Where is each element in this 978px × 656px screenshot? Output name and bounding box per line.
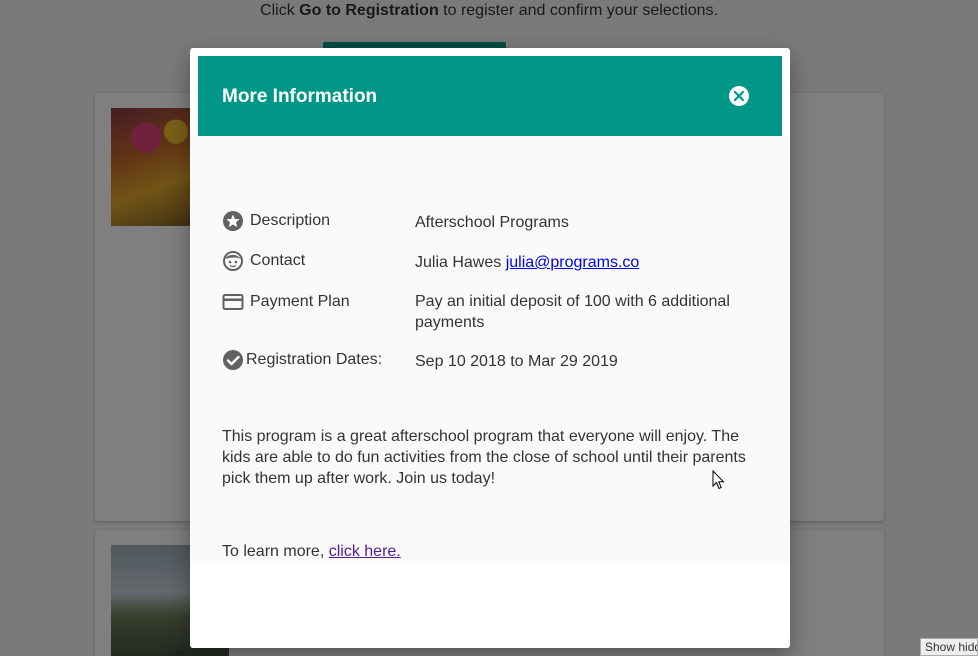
payment-plan-label: Payment Plan [250, 293, 350, 310]
show-hidden-button[interactable]: Show hidd [920, 638, 978, 656]
registration-dates-value: Sep 10 2018 to Mar 29 2019 [415, 353, 618, 370]
contact-label: Contact [250, 252, 306, 269]
registration-dates-label: Registration Dates: [246, 351, 383, 368]
info-row-description: Description Afterschool Programs [222, 210, 762, 234]
info-row-registration-dates: Registration Dates: Sep 10 2018 to Mar 2… [222, 349, 762, 373]
modal-body: Description Afterschool Programs Contact… [190, 136, 790, 562]
star-icon [223, 211, 243, 231]
payment-plan-value: Pay an initial deposit of 100 with 6 add… [415, 293, 730, 331]
learn-more-link[interactable]: click here. [329, 543, 401, 560]
learn-more: To learn more, click here. [222, 543, 401, 561]
face-icon [223, 251, 243, 271]
description-value: Afterschool Programs [415, 214, 569, 231]
info-row-contact: Contact Julia Hawes julia@programs.co [222, 250, 762, 274]
more-information-modal: More Information Description Afterschool… [190, 48, 790, 648]
info-row-payment-plan: Payment Plan Pay an initial deposit of 1… [222, 291, 762, 337]
check-circle-icon [223, 350, 243, 370]
mouse-cursor-icon [712, 470, 725, 490]
credit-card-icon [222, 294, 244, 310]
close-icon [734, 91, 744, 101]
description-label: Description [250, 212, 331, 229]
modal-title: More Information [222, 86, 378, 107]
contact-value: Julia Hawes julia@programs.co [415, 252, 755, 273]
program-description: This program is a great afterschool prog… [222, 428, 746, 487]
learn-more-prefix: To learn more, [222, 543, 329, 560]
close-button[interactable] [729, 86, 749, 106]
contact-name: Julia Hawes [415, 254, 506, 271]
contact-email-link[interactable]: julia@programs.co [506, 254, 640, 271]
modal-header: More Information [198, 56, 782, 136]
